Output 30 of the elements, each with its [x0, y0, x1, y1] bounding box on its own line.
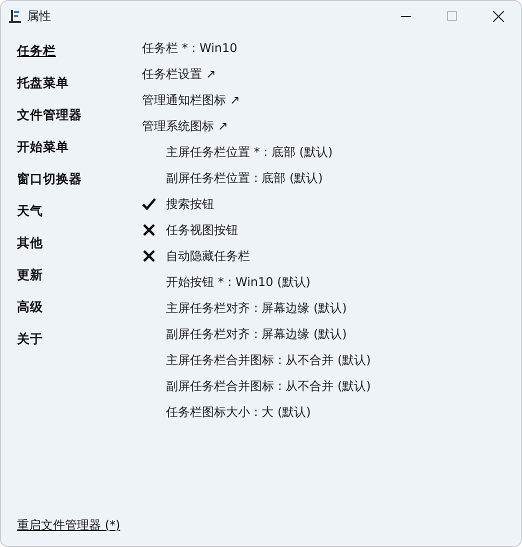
- setting-item[interactable]: 主屏任务栏对齐 : 屏幕边缘 (默认): [166, 299, 347, 317]
- restart-file-manager-link[interactable]: 重启文件管理器 (*): [17, 518, 120, 532]
- window-title: 属性: [27, 8, 51, 25]
- sidebar-item[interactable]: 关于: [17, 323, 43, 355]
- setting-item[interactable]: 开始按钮 * : Win10 (默认): [166, 273, 310, 291]
- setting-item[interactable]: 任务栏 * : Win10: [142, 39, 238, 57]
- sidebar-item[interactable]: 文件管理器: [17, 99, 82, 131]
- sidebar-item[interactable]: 窗口切换器: [17, 163, 82, 195]
- setting-item[interactable]: 主屏任务栏合并图标 : 从不合并 (默认): [166, 351, 371, 369]
- sidebar-item[interactable]: 托盘菜单: [17, 67, 69, 99]
- toggle-label[interactable]: 搜索按钮: [166, 195, 214, 213]
- settings-link[interactable]: 任务栏设置 ↗: [142, 65, 216, 83]
- sidebar-item[interactable]: 天气: [17, 195, 43, 227]
- sidebar-item[interactable]: 其他: [17, 227, 43, 259]
- app-icon: [9, 9, 21, 23]
- setting-item[interactable]: 副屏任务栏对齐 : 屏幕边缘 (默认): [166, 325, 347, 343]
- settings-link[interactable]: 管理系统图标 ↗: [142, 117, 228, 135]
- sidebar-item[interactable]: 开始菜单: [17, 131, 69, 163]
- setting-item[interactable]: 副屏任务栏合并图标 : 从不合并 (默认): [166, 377, 371, 395]
- sidebar-item[interactable]: 高级: [17, 291, 43, 323]
- toggle-label[interactable]: 自动隐藏任务栏: [166, 247, 250, 265]
- setting-item[interactable]: 任务栏图标大小 : 大 (默认): [166, 403, 311, 421]
- setting-item[interactable]: 主屏任务栏位置 * : 底部 (默认): [166, 143, 333, 161]
- settings-link[interactable]: 管理通知栏图标 ↗: [142, 91, 240, 109]
- close-icon: [492, 10, 504, 22]
- sidebar-item[interactable]: 任务栏: [17, 35, 56, 67]
- sidebar-item[interactable]: 更新: [17, 259, 43, 291]
- toggle-label[interactable]: 任务视图按钮: [166, 221, 238, 239]
- maximize-icon: [447, 11, 457, 21]
- setting-item[interactable]: 副屏任务栏位置 : 底部 (默认): [166, 169, 323, 187]
